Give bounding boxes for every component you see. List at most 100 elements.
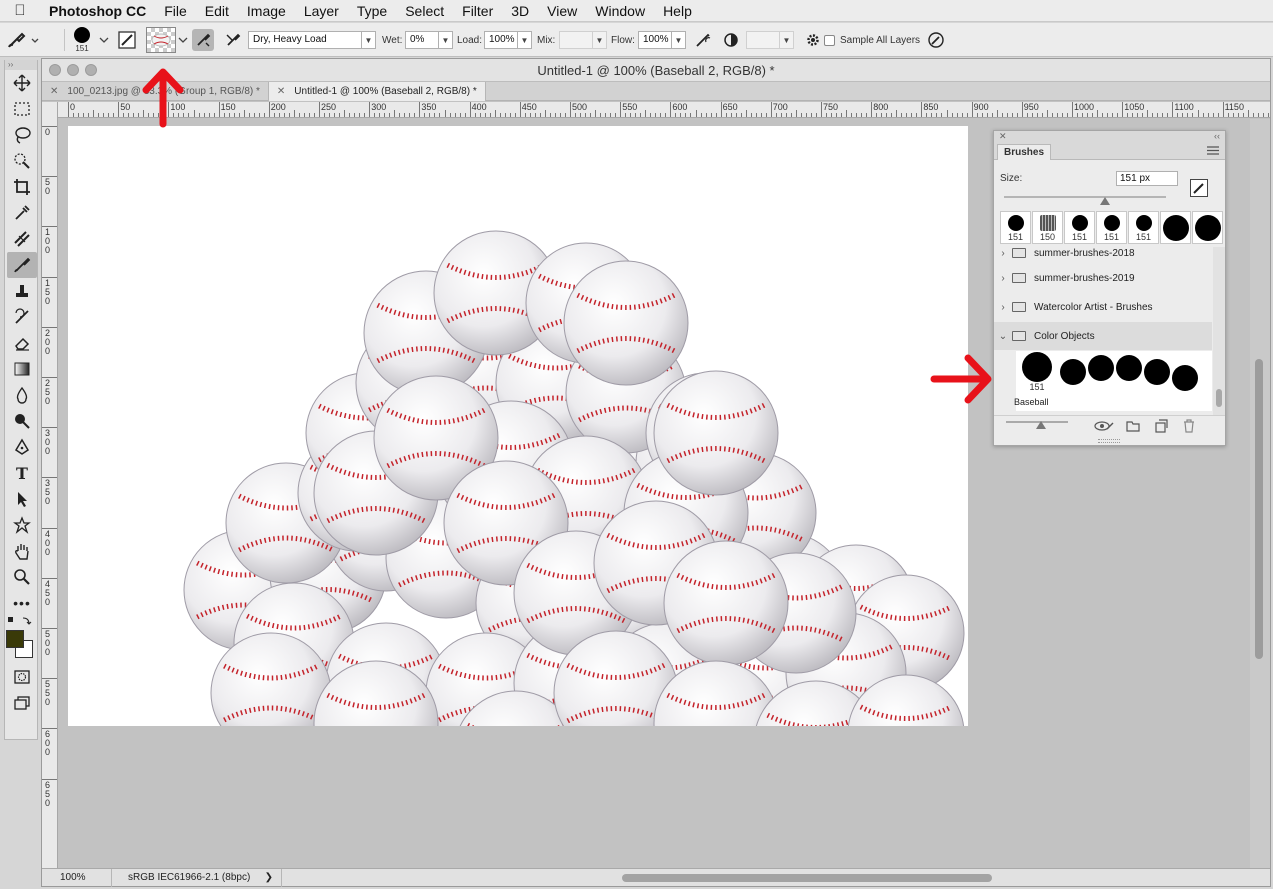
- menu-image[interactable]: Image: [238, 3, 295, 19]
- trash-icon[interactable]: [1182, 419, 1196, 433]
- foreground-color-swatch[interactable]: [6, 630, 24, 648]
- mix-field[interactable]: [559, 31, 593, 49]
- quick-mask-button[interactable]: [5, 664, 39, 690]
- brush-preset[interactable]: 150: [1032, 211, 1063, 244]
- quick-selection-tool[interactable]: [5, 148, 39, 174]
- healing-brush-tool[interactable]: [5, 226, 39, 252]
- chevron-right-icon[interactable]: ›: [994, 273, 1012, 284]
- panel-menu-icon[interactable]: [1207, 146, 1219, 155]
- sample-all-layers-checkbox[interactable]: [824, 34, 835, 46]
- brush-picker[interactable]: 151: [74, 23, 90, 57]
- brushes-panel-tab[interactable]: Brushes: [997, 144, 1052, 160]
- new-group-folder-icon[interactable]: [1126, 420, 1140, 432]
- baseball-brush-thumb[interactable]: 151: [1020, 351, 1054, 395]
- chevron-right-icon[interactable]: ›: [994, 248, 1012, 259]
- type-tool[interactable]: T: [5, 460, 39, 486]
- eyedropper-tool[interactable]: [5, 200, 39, 226]
- mix-dropdown[interactable]: ▼: [593, 31, 607, 49]
- crop-tool[interactable]: [5, 174, 39, 200]
- brush-tip-icon[interactable]: [1172, 365, 1198, 391]
- path-selection-tool[interactable]: [5, 486, 39, 512]
- size-slider-handle[interactable]: [1100, 197, 1110, 205]
- custom-shape-tool[interactable]: [5, 512, 39, 538]
- document-tab-untitled-1[interactable]: ✕ Untitled-1 @ 100% (Baseball 2, RGB/8) *: [268, 82, 486, 101]
- brush-tip-icon[interactable]: [1088, 355, 1114, 381]
- airbrush-button[interactable]: [692, 29, 714, 51]
- new-brush-icon[interactable]: [1154, 419, 1168, 433]
- clone-stamp-tool[interactable]: [5, 278, 39, 304]
- close-tab-icon[interactable]: ✕: [277, 86, 285, 97]
- brush-tip-icon[interactable]: [1116, 355, 1142, 381]
- horizontal-ruler[interactable]: 0 50 100 150 200 250 300 350 400 450 500 550 600 650 7…: [58, 102, 1270, 118]
- document-info[interactable]: sRGB IEC61966-2.1 (8bpc) ❯: [112, 868, 282, 887]
- vertical-scroll-thumb[interactable]: [1255, 359, 1263, 659]
- load-dropdown[interactable]: ▼: [518, 31, 532, 49]
- brush-settings-toggle[interactable]: [1190, 179, 1208, 197]
- window-zoom-button[interactable]: [85, 64, 97, 76]
- marquee-tool[interactable]: [5, 96, 39, 122]
- screen-mode-button[interactable]: [5, 690, 39, 716]
- panel-collapse-icon[interactable]: ‹‹: [1214, 131, 1220, 142]
- wet-dropdown[interactable]: ▼: [439, 31, 453, 49]
- flow-dropdown[interactable]: ▼: [672, 31, 686, 49]
- wet-field[interactable]: 0%: [405, 31, 439, 49]
- mixer-brush-tool[interactable]: [7, 252, 37, 278]
- chevron-right-icon[interactable]: ›: [994, 302, 1012, 313]
- menu-edit[interactable]: Edit: [196, 3, 238, 19]
- load-swatch-dropdown[interactable]: [178, 23, 188, 57]
- brush-folder-color-objects[interactable]: ⌄ Color Objects: [994, 322, 1212, 350]
- lasso-tool[interactable]: [5, 122, 39, 148]
- swap-colors-icon[interactable]: [7, 616, 33, 626]
- brush-preset[interactable]: 151: [1064, 211, 1095, 244]
- panel-close-icon[interactable]: ✕: [999, 131, 1007, 142]
- zoom-level-field[interactable]: 100%: [42, 868, 112, 887]
- close-tab-icon[interactable]: ✕: [50, 86, 58, 97]
- menu-app-name[interactable]: Photoshop CC: [40, 3, 155, 19]
- menu-3d[interactable]: 3D: [502, 3, 538, 19]
- horizontal-scroll-thumb[interactable]: [622, 874, 992, 882]
- brush-preset[interactable]: [1160, 211, 1191, 244]
- menu-window[interactable]: Window: [586, 3, 654, 19]
- brush-settings-button[interactable]: [117, 23, 137, 57]
- brush-preset[interactable]: [1192, 211, 1223, 244]
- gradient-tool[interactable]: [5, 356, 39, 382]
- menu-type[interactable]: Type: [348, 3, 396, 19]
- chevron-down-icon[interactable]: ⌄: [994, 331, 1012, 342]
- menu-filter[interactable]: Filter: [453, 3, 502, 19]
- move-tool[interactable]: [5, 70, 39, 96]
- brush-folder-watercolor[interactable]: › Watercolor Artist - Brushes: [994, 293, 1212, 321]
- menu-view[interactable]: View: [538, 3, 586, 19]
- smoothing-settings-button[interactable]: [802, 29, 824, 51]
- menu-layer[interactable]: Layer: [295, 3, 348, 19]
- zoom-tool[interactable]: [5, 564, 39, 590]
- brush-tip-icon[interactable]: [1144, 359, 1170, 385]
- brush-tip-icon[interactable]: [1060, 359, 1086, 385]
- current-brush-load-swatch[interactable]: [146, 23, 176, 57]
- smoothing-field[interactable]: [746, 31, 780, 49]
- brush-preset[interactable]: 151: [1096, 211, 1127, 244]
- blend-preset-select[interactable]: Dry, Heavy Load: [248, 31, 362, 49]
- menu-select[interactable]: Select: [396, 3, 453, 19]
- brush-preset[interactable]: 151: [1128, 211, 1159, 244]
- brush-folder-summer-2019[interactable]: › summer-brushes-2019: [994, 264, 1212, 292]
- pen-tool[interactable]: [5, 434, 39, 460]
- thumbnail-size-handle[interactable]: [1036, 421, 1046, 429]
- panel-resize-grip[interactable]: [1098, 439, 1120, 443]
- pressure-size-button[interactable]: [925, 29, 947, 51]
- blend-preset-dropdown[interactable]: ▼: [362, 31, 376, 49]
- hand-tool[interactable]: [5, 538, 39, 564]
- flow-field[interactable]: 100%: [638, 31, 672, 49]
- tools-collapse-toggle[interactable]: ››: [5, 60, 37, 70]
- menu-file[interactable]: File: [155, 3, 196, 19]
- history-brush-tool[interactable]: [5, 304, 39, 330]
- brush-picker-dropdown[interactable]: [99, 23, 109, 57]
- vertical-ruler[interactable]: 050100150200250300350400450500550600650: [42, 102, 58, 868]
- brush-list-scroll-thumb[interactable]: [1216, 389, 1222, 407]
- load-field[interactable]: 100%: [484, 31, 518, 49]
- dodge-tool[interactable]: [5, 408, 39, 434]
- vertical-scrollbar[interactable]: [1250, 119, 1270, 868]
- clean-brush-after-stroke-button[interactable]: [222, 29, 244, 51]
- edit-toolbar-button[interactable]: •••: [5, 590, 39, 616]
- brush-size-field[interactable]: 151 px: [1116, 171, 1178, 186]
- brush-preset[interactable]: 151: [1000, 211, 1031, 244]
